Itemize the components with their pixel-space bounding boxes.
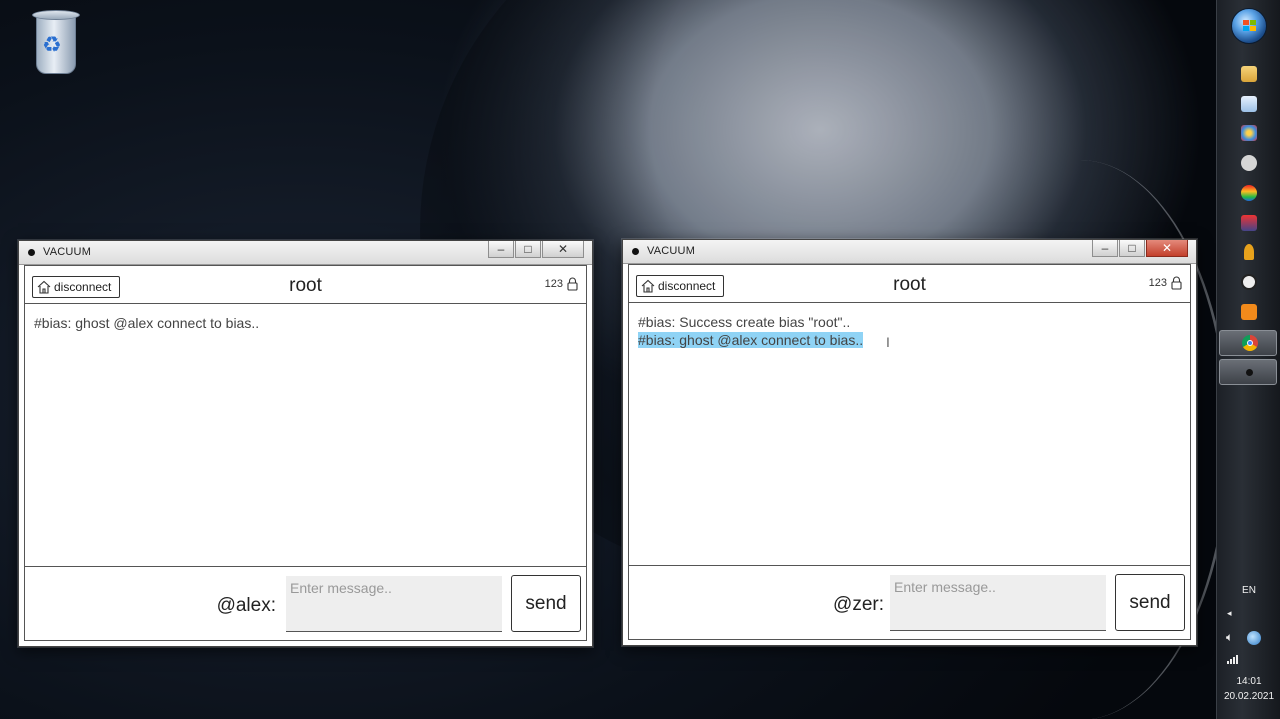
user-count-value: 123: [544, 278, 563, 290]
chrome-icon: [1242, 335, 1258, 351]
taskbar: EN ◂ 🔈︎ 14:01 20.02.2021: [1216, 0, 1280, 719]
maximize-button[interactable]: □: [1119, 240, 1145, 257]
message-line: #bias: ghost @alex connect to bias..: [34, 315, 260, 331]
message-line: #bias: Success create bias "root"..: [638, 314, 851, 330]
user-count: 123: [545, 277, 578, 291]
window-titlebar[interactable]: VACUUM – □ ✕: [19, 241, 592, 265]
close-button[interactable]: ✕: [1146, 240, 1188, 257]
room-name: root: [289, 275, 322, 296]
windows-logo-icon: [1243, 20, 1256, 31]
send-button[interactable]: send: [511, 575, 581, 632]
user-count: 123: [1149, 276, 1182, 290]
window-title: VACUUM: [43, 246, 92, 258]
close-button[interactable]: ✕: [542, 241, 584, 258]
paint-icon[interactable]: [1241, 125, 1257, 141]
message-log[interactable]: #bias: Success create bias "root".. #bia…: [629, 303, 1190, 565]
clock-date[interactable]: 20.02.2021: [1217, 691, 1280, 702]
window-titlebar[interactable]: VACUUM – □ ✕: [623, 240, 1196, 264]
message-line-selected: #bias: ghost @alex connect to bias..: [638, 331, 1181, 349]
message-log[interactable]: #bias: ghost @alex connect to bias..: [25, 304, 586, 566]
language-indicator[interactable]: EN: [1217, 585, 1280, 596]
text-cursor-icon: I: [886, 334, 890, 350]
chat-header: disconnect root 123: [629, 265, 1190, 303]
lock-icon: [1171, 276, 1182, 290]
nickname-label: @alex:: [216, 595, 276, 616]
notepad-icon[interactable]: [1241, 96, 1257, 112]
show-hidden-icons-icon[interactable]: ◂: [1227, 608, 1232, 619]
chat-footer: @zer: send: [629, 565, 1190, 639]
settings-icon[interactable]: [1241, 155, 1257, 171]
message-input[interactable]: [890, 575, 1106, 631]
vacuum-app-icon: [1246, 369, 1253, 376]
minimize-button[interactable]: –: [488, 241, 514, 258]
volume-icon[interactable]: 🔈︎: [1226, 630, 1233, 645]
tool-icon[interactable]: [1241, 215, 1257, 231]
clock-time[interactable]: 14:01: [1217, 676, 1280, 687]
pin-icon[interactable]: [1244, 244, 1254, 260]
room-name: root: [893, 274, 926, 295]
sublime-icon[interactable]: [1241, 304, 1257, 320]
chat-panel: disconnect root 123 #bias: Success creat…: [628, 264, 1191, 640]
start-button[interactable]: [1231, 8, 1267, 44]
steam-icon[interactable]: [1241, 274, 1257, 290]
user-count-value: 123: [1148, 277, 1167, 289]
lock-icon: [567, 277, 578, 291]
taskbar-chrome-button[interactable]: [1219, 330, 1277, 356]
chat-footer: @alex: send: [25, 566, 586, 640]
chat-window-zer[interactable]: VACUUM – □ ✕ disconnect root 123 #bias: …: [622, 239, 1197, 646]
message-input[interactable]: [286, 576, 502, 632]
chat-window-alex[interactable]: VACUUM – □ ✕ disconnect root 123 #bias: …: [18, 240, 593, 647]
recycle-bin-lid: [32, 10, 80, 20]
send-button[interactable]: send: [1115, 574, 1185, 631]
nickname-label: @zer:: [833, 594, 884, 615]
color-app-icon[interactable]: [1241, 185, 1257, 201]
explorer-icon[interactable]: [1241, 66, 1257, 82]
minimize-button[interactable]: –: [1092, 240, 1118, 257]
app-dot-icon: [28, 249, 35, 256]
chat-header: disconnect root 123: [25, 266, 586, 304]
selected-text: #bias: ghost @alex connect to bias..: [638, 332, 864, 348]
app-dot-icon: [632, 248, 639, 255]
recycle-bin-icon[interactable]: ♻: [28, 8, 84, 78]
network-globe-icon[interactable]: [1247, 631, 1261, 645]
taskbar-vacuum-button[interactable]: [1219, 359, 1277, 385]
window-title: VACUUM: [647, 245, 696, 257]
recycle-symbol-icon: ♻: [42, 32, 62, 57]
maximize-button[interactable]: □: [515, 241, 541, 258]
chat-panel: disconnect root 123 #bias: ghost @alex c…: [24, 265, 587, 641]
signal-icon[interactable]: [1227, 654, 1241, 664]
